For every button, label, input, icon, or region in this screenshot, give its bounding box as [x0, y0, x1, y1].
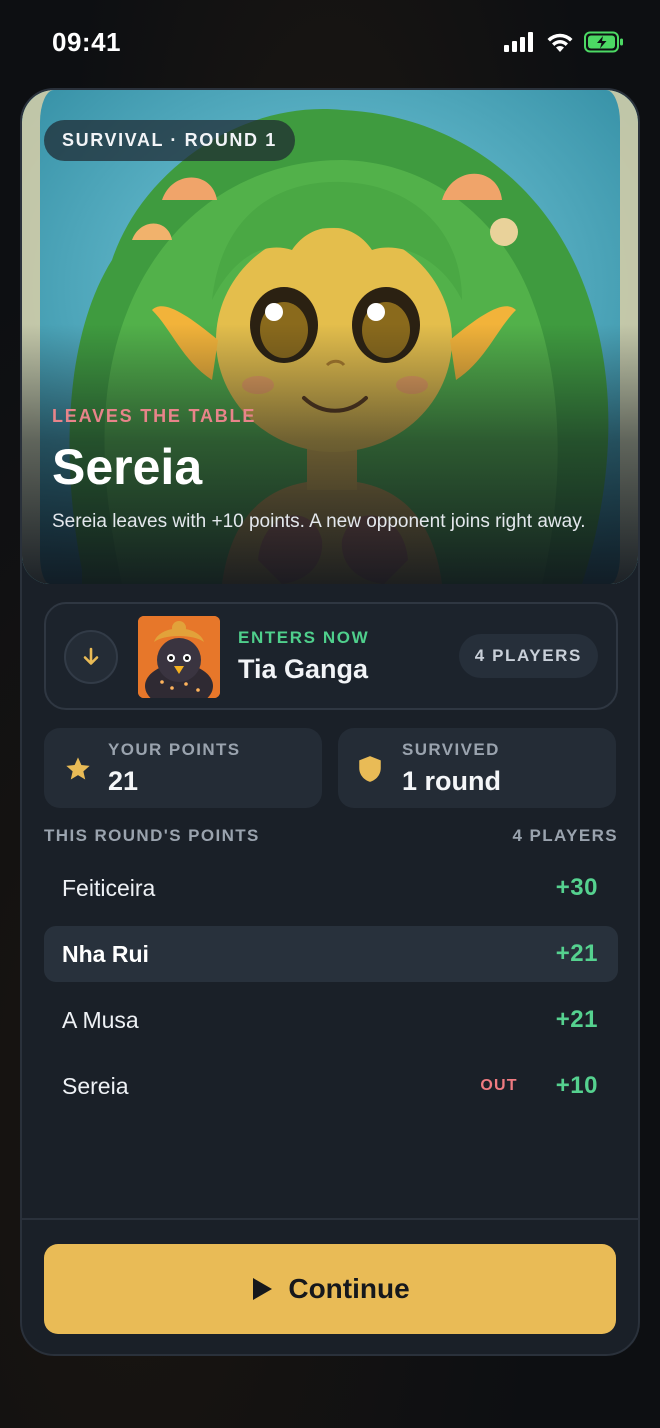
continue-label: Continue	[288, 1273, 410, 1304]
arrow-down-button[interactable]	[64, 630, 118, 684]
score-row: Feiticeira +30	[44, 860, 618, 916]
score-player-name: Feiticeira	[62, 874, 156, 901]
survived-label: SURVIVED	[402, 740, 500, 759]
mode-round-chip: SURVIVAL · ROUND 1	[44, 120, 295, 161]
star-icon	[66, 757, 90, 780]
your-points-stat: YOUR POINTS 21	[44, 728, 322, 808]
scores-header: THIS ROUND'S POINTS 4 PLAYERS	[44, 826, 618, 846]
enters-now-label: ENTERS NOW	[238, 628, 370, 647]
opponent-avatar	[138, 616, 220, 698]
score-player-name: Nha Rui	[62, 940, 149, 967]
survived-value: 1 round	[402, 766, 501, 796]
out-badge: OUT	[480, 1077, 518, 1094]
shield-icon	[359, 756, 381, 782]
score-points: +30	[555, 874, 598, 901]
new-opponent-name: Tia Ganga	[238, 654, 369, 684]
signal-icon	[504, 32, 533, 52]
status-time: 09:41	[52, 26, 121, 57]
score-row-current-user: Nha Rui +21	[44, 926, 618, 982]
score-points: +10	[555, 1072, 598, 1099]
scores-title: THIS ROUND'S POINTS	[44, 826, 260, 845]
arrow-down-icon	[83, 647, 99, 665]
system-icons	[504, 31, 624, 53]
footer-divider	[22, 1218, 638, 1220]
chicken-avatar-illustration	[138, 616, 220, 698]
score-player-name: A Musa	[62, 1006, 139, 1033]
score-player-name: Sereia	[62, 1072, 129, 1099]
score-row: A Musa +21	[44, 992, 618, 1048]
score-points: +21	[555, 940, 598, 967]
round-summary-card: SURVIVAL · ROUND 1 LEAVES THE TABLE Sere…	[20, 88, 640, 1356]
your-points-label: YOUR POINTS	[108, 740, 241, 759]
new-opponent-row: ENTERS NOW Tia Ganga 4 PLAYERS	[44, 602, 618, 710]
battery-charging-icon	[584, 31, 623, 53]
character-hero: SURVIVAL · ROUND 1 LEAVES THE TABLE Sere…	[22, 90, 638, 584]
survived-stat: SURVIVED 1 round	[338, 728, 616, 808]
players-count-badge: 4 PLAYERS	[458, 634, 598, 678]
leaving-description: Sereia leaves with +10 points. A new opp…	[52, 511, 586, 532]
status-bar: 09:41	[0, 0, 660, 84]
score-row: Sereia OUT +10	[44, 1058, 618, 1114]
scores-player-count: 4 PLAYERS	[512, 826, 618, 845]
wifi-icon	[547, 33, 573, 52]
play-icon	[253, 1278, 273, 1300]
score-points: +21	[555, 1006, 598, 1033]
leaves-label: LEAVES THE TABLE	[52, 406, 257, 426]
leaving-player-name: Sereia	[52, 439, 203, 495]
continue-button[interactable]: Continue	[44, 1244, 616, 1334]
your-points-value: 21	[108, 766, 139, 796]
